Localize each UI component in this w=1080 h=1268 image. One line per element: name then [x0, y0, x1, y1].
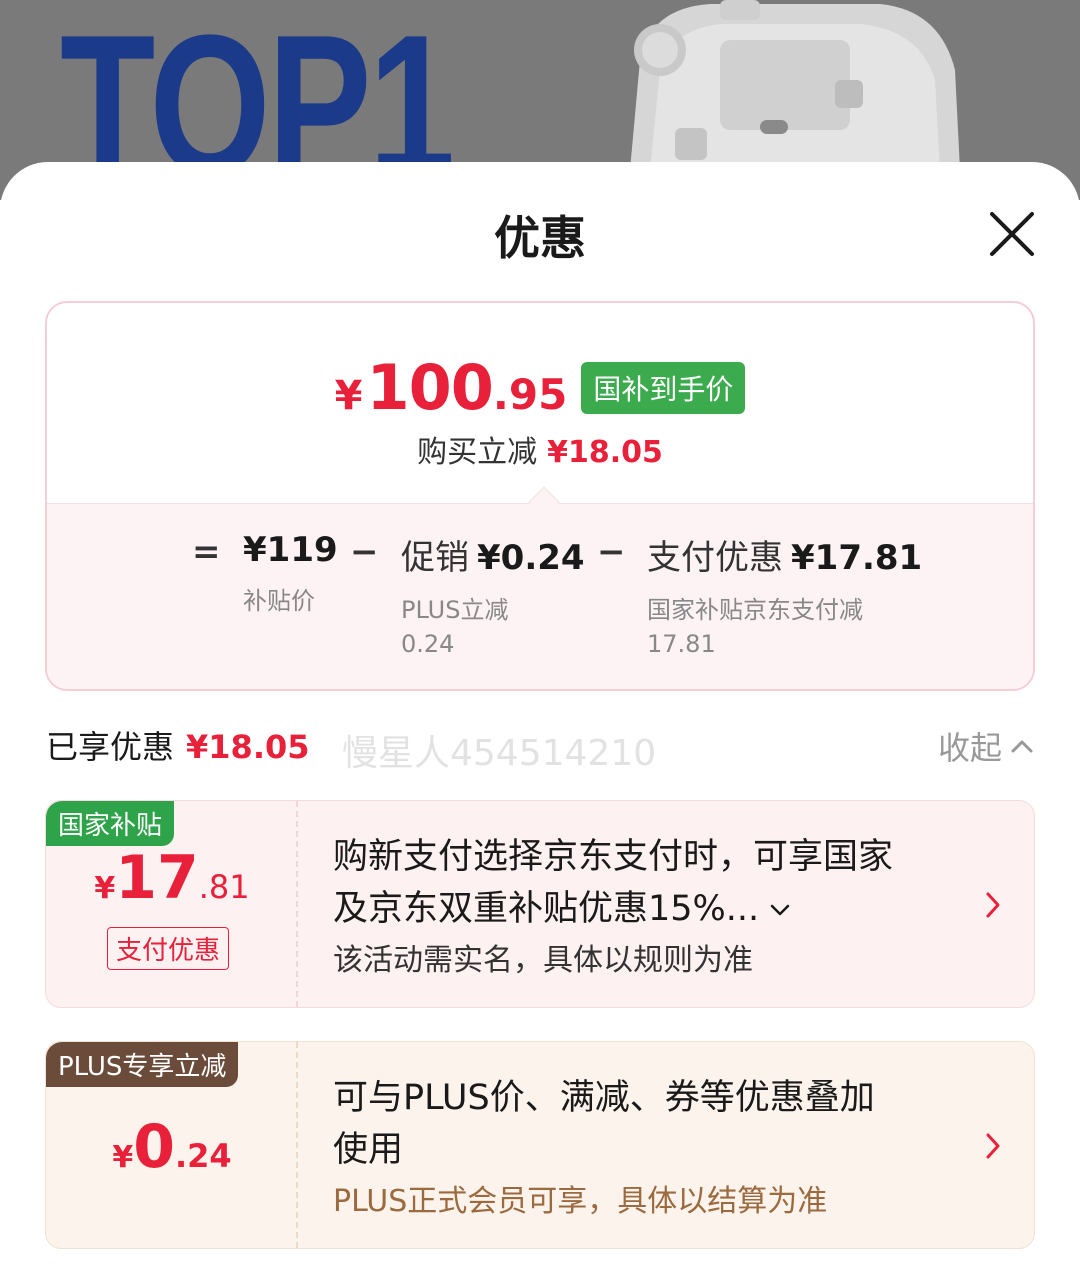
promo-amount-symbol: ¥ — [112, 1140, 134, 1175]
final-price: ¥ 100 .95 — [335, 351, 568, 424]
formula-promotion: 促销 ¥0.24 PLUS立减 0.24 — [401, 530, 585, 661]
equals-sign: = — [192, 532, 221, 572]
final-price-symbol: ¥ — [334, 373, 363, 419]
promo-title-line2: 使用 — [333, 1130, 404, 1170]
promo-subtitle: 该活动需实名，具体以规则为准 — [333, 943, 753, 978]
payment-discount-badge: 支付优惠 — [107, 927, 230, 970]
chevron-right-icon[interactable] — [984, 1132, 1002, 1160]
chevron-up-icon — [1011, 740, 1033, 753]
promo-amount-symbol: ¥ — [94, 871, 116, 906]
chevron-right-icon[interactable] — [984, 891, 1002, 919]
price-summary-card: ¥ 100 .95 国补到手价 购买立减 ¥18.05 = ¥119 补贴价 − … — [45, 301, 1035, 691]
formula-payment-discount: 支付优惠 ¥17.81 国家补贴京东支付减 17.81 — [647, 530, 922, 661]
plus-discount-promo-card[interactable]: ¥0.24 PLUS专享立减 可与PLUS价、满减、券等优惠叠加 使用 PLUS… — [45, 1041, 1035, 1249]
promo-title-line2: 及京东双重补贴优惠15%... — [333, 889, 760, 929]
subsidy-price-tag: 国补到手价 — [581, 362, 746, 414]
promo-amount-decimal: .81 — [198, 868, 250, 906]
promotion-sub-value: 0.24 — [401, 630, 455, 658]
chevron-down-icon[interactable] — [769, 903, 791, 917]
plus-exclusive-tag: PLUS专享立减 — [46, 1042, 239, 1087]
close-icon[interactable] — [984, 206, 1040, 262]
promo-title-line1: 可与PLUS价、满减、券等优惠叠加 — [333, 1078, 875, 1118]
payment-discount-label: 支付优惠 — [647, 538, 783, 578]
final-price-decimal: .95 — [492, 370, 568, 419]
enjoyed-discount-label: 已享优惠 — [46, 728, 175, 766]
savings-label: 购买立减 — [417, 435, 538, 470]
base-price-value: ¥119 — [243, 530, 338, 570]
payment-discount-value: ¥17.81 — [791, 538, 923, 578]
user-watermark: 慢星人454514210 — [342, 733, 657, 774]
game-controller-image — [620, 0, 965, 170]
discount-bottom-sheet: 优惠 ¥ 100 .95 国补到手价 购买立减 ¥18.05 = ¥119 补贴… — [0, 162, 1080, 1268]
promo-description: 可与PLUS价、满减、券等优惠叠加 使用 PLUS正式会员可享，具体以结算为准 — [333, 1072, 953, 1224]
promo-title-line1: 购新支付选择京东支付时，可享国家 — [333, 837, 894, 877]
enjoyed-discount-header: 已享优惠 ¥18.05 — [46, 722, 310, 768]
price-formula-section: = ¥119 补贴价 − 促销 ¥0.24 PLUS立减 0.24 − 支付优惠 ¥… — [47, 503, 1033, 689]
minus-sign: − — [350, 532, 379, 572]
savings-amount: ¥18.05 — [547, 435, 663, 470]
promo-amount: ¥0.24 — [46, 1112, 298, 1182]
promo-description: 购新支付选择京东支付时，可享国家 及京东双重补贴优惠15%... 该活动需实名，… — [333, 831, 953, 983]
enjoyed-discount-amount: ¥18.05 — [186, 728, 310, 766]
final-price-integer: 100 — [366, 351, 494, 424]
national-subsidy-tag: 国家补贴 — [46, 801, 175, 846]
promotion-value: ¥0.24 — [477, 538, 585, 578]
final-price-section: ¥ 100 .95 国补到手价 购买立减 ¥18.05 — [47, 303, 1033, 503]
promo-amount-integer: 0 — [133, 1112, 175, 1182]
sheet-title: 优惠 — [494, 211, 586, 265]
purchase-savings: 购买立减 ¥18.05 — [47, 427, 1033, 471]
collapse-label: 收起 — [938, 729, 1003, 767]
promo-subtitle: PLUS正式会员可享，具体以结算为准 — [333, 1184, 828, 1219]
promo-amount: ¥17.81 — [46, 843, 298, 913]
payment-discount-sub-value: 17.81 — [647, 630, 716, 658]
payment-discount-sub-label: 国家补贴京东支付减 — [647, 596, 863, 624]
promo-amount-decimal: .24 — [174, 1137, 232, 1175]
formula-base-price: ¥119 补贴价 — [243, 530, 338, 618]
base-price-label: 补贴价 — [243, 587, 315, 615]
promotion-sub-label: PLUS立减 — [401, 596, 509, 624]
promo-amount-integer: 17 — [115, 843, 199, 913]
promotion-label: 促销 — [401, 538, 469, 578]
national-subsidy-promo-card[interactable]: ¥17.81 支付优惠 国家补贴 购新支付选择京东支付时，可享国家 及京东双重补… — [45, 800, 1035, 1008]
minus-sign: − — [597, 532, 626, 572]
collapse-button[interactable]: 收起 — [938, 723, 1034, 769]
